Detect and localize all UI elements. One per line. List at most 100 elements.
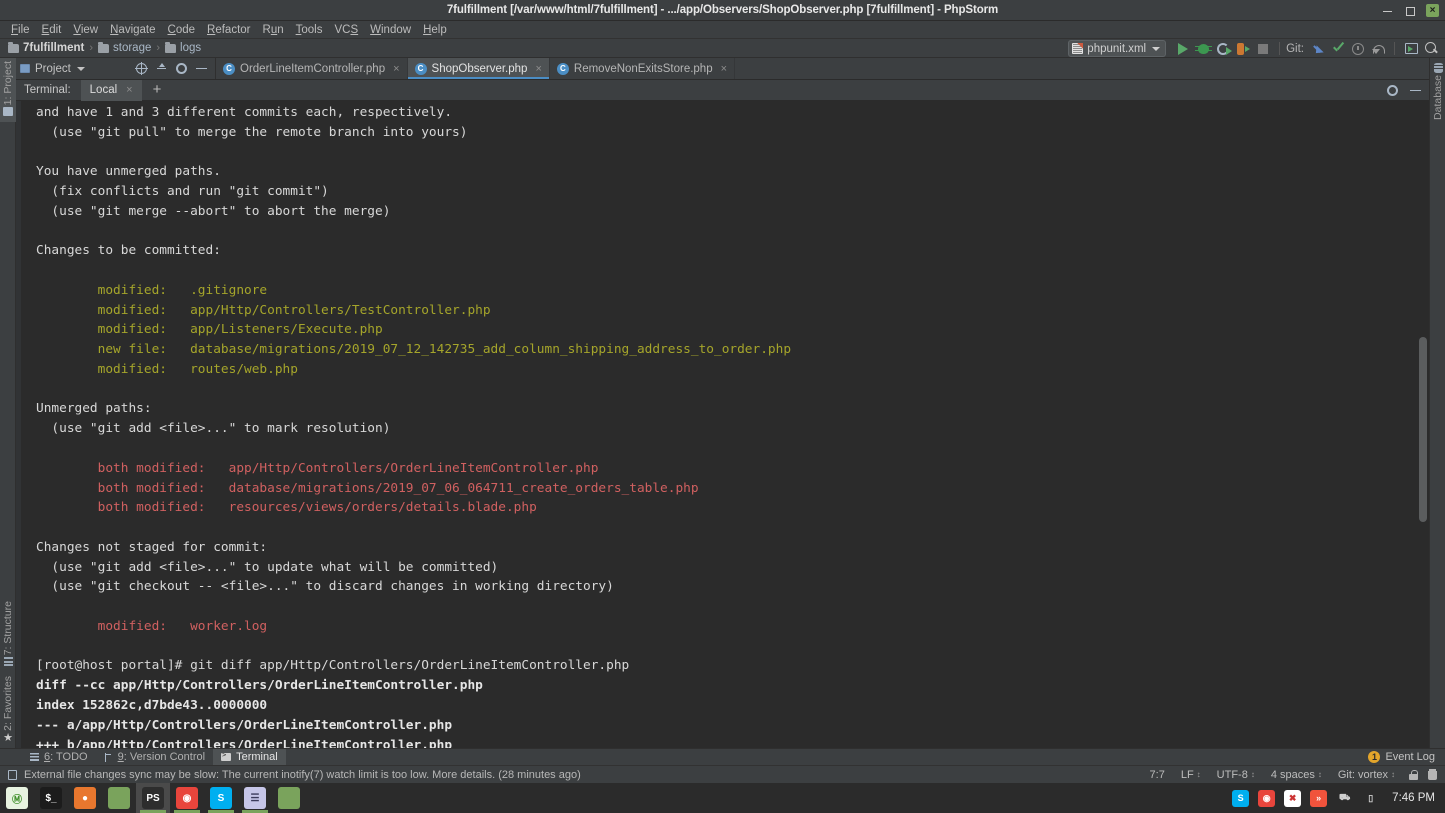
- terminal-session-tab-local[interactable]: Local ×: [81, 80, 142, 101]
- menu-code[interactable]: Code: [162, 23, 202, 37]
- event-log-label: Event Log: [1385, 751, 1435, 763]
- insync-tray-icon[interactable]: »: [1310, 790, 1327, 807]
- new-terminal-session-button[interactable]: +: [142, 83, 173, 97]
- line-separator-selector[interactable]: LF ↕: [1173, 769, 1209, 781]
- taskbar-phpstorm-icon[interactable]: PS: [136, 783, 170, 813]
- menu-run[interactable]: Run: [257, 23, 290, 37]
- project-icon: [3, 107, 13, 116]
- breadcrumb-item-logs[interactable]: logs: [163, 42, 203, 54]
- git-update-project-button[interactable]: [1308, 39, 1328, 58]
- menu-file[interactable]: File: [5, 23, 36, 37]
- shield-tray-icon[interactable]: ✖: [1284, 790, 1301, 807]
- folder-icon: [165, 44, 176, 53]
- debug-button[interactable]: [1193, 39, 1213, 58]
- taskbar-notes-icon[interactable]: [272, 783, 306, 813]
- hide-window-icon[interactable]: [196, 63, 207, 74]
- chevron-down-icon[interactable]: [77, 67, 85, 71]
- taskbar-file-manager-icon[interactable]: [102, 783, 136, 813]
- tool-window-button-versioncontrol[interactable]: 9: Version Control: [96, 749, 213, 766]
- taskbar-terminal-icon[interactable]: $_: [34, 783, 68, 813]
- battery-tray-icon[interactable]: ▯: [1362, 790, 1379, 807]
- gear-icon[interactable]: [1387, 85, 1398, 96]
- git-branch-widget[interactable]: Git: vortex ↕: [1330, 769, 1403, 781]
- scroll-from-source-icon[interactable]: [136, 63, 147, 74]
- left-tool-stripe: 1: Project 7: Structure 2: Favorites ★: [0, 58, 16, 748]
- screen-mirror-icon: [1405, 43, 1418, 54]
- terminal-scrollbar[interactable]: [1417, 101, 1429, 748]
- menu-refactor[interactable]: Refactor: [201, 23, 256, 37]
- taskbar-text-editor-icon[interactable]: ☰: [238, 783, 272, 813]
- git-commit-button[interactable]: [1328, 39, 1348, 58]
- menu-tools[interactable]: Tools: [290, 23, 329, 37]
- run-with-coverage-button[interactable]: [1213, 39, 1233, 58]
- gear-icon[interactable]: [176, 63, 187, 74]
- terminal-line: (use "git pull" to merge the remote bran…: [36, 123, 1429, 143]
- terminal-scrollbar-thumb[interactable]: [1419, 337, 1427, 522]
- caret-position[interactable]: 7:7: [1142, 769, 1173, 781]
- editor-tab-shopobserver-php[interactable]: CShopObserver.php×: [408, 58, 550, 79]
- lock-icon[interactable]: [1409, 770, 1418, 780]
- menu-window[interactable]: Window: [364, 23, 417, 37]
- phpunit-config-icon: [1072, 43, 1083, 54]
- stop-button[interactable]: [1253, 39, 1273, 58]
- git-commit-icon: [1332, 42, 1345, 55]
- git-branch-label: Git: vortex: [1338, 769, 1388, 781]
- sidebar-item-database[interactable]: Database: [1430, 58, 1445, 124]
- right-tool-stripe: Database: [1429, 58, 1445, 748]
- terminal-line: [36, 518, 1429, 538]
- menu-help[interactable]: Help: [417, 23, 453, 37]
- menu-edit[interactable]: Edit: [36, 23, 68, 37]
- stop-icon: [1258, 44, 1268, 54]
- indent-selector[interactable]: 4 spaces ↕: [1263, 769, 1330, 781]
- breadcrumb-item-storage[interactable]: storage: [96, 42, 153, 54]
- taskbar-chrome-icon[interactable]: ◉: [170, 783, 204, 813]
- close-icon[interactable]: ×: [126, 84, 132, 96]
- sidebar-item-project[interactable]: 1: Project: [0, 58, 16, 122]
- tool-window-button-todo[interactable]: 6: TODO: [22, 749, 96, 766]
- taskbar-skype-icon[interactable]: S: [204, 783, 238, 813]
- editor-tabs: COrderLineItemController.php×CShopObserv…: [216, 58, 735, 79]
- git-history-button[interactable]: [1348, 39, 1368, 58]
- close-icon[interactable]: ×: [721, 63, 727, 75]
- search-everywhere-button[interactable]: [1421, 39, 1441, 58]
- terminal-line: modified: worker.log: [36, 617, 1429, 637]
- project-tool-actions: [136, 63, 211, 74]
- sidebar-item-favorites[interactable]: 2: Favorites ★: [0, 673, 16, 750]
- file-manager-icon: [108, 787, 130, 809]
- taskbar-linux-mint-menu-icon[interactable]: Ⓜ: [0, 783, 34, 813]
- maximize-button[interactable]: [1404, 5, 1415, 16]
- menu-navigate[interactable]: Navigate: [104, 23, 161, 37]
- close-button[interactable]: ×: [1426, 4, 1439, 17]
- run-button[interactable]: [1173, 39, 1193, 58]
- collapse-all-icon[interactable]: [156, 63, 167, 74]
- event-log-button[interactable]: 1 Event Log: [1368, 751, 1445, 763]
- skype-tray-icon[interactable]: S: [1232, 790, 1249, 807]
- chrome-tray-icon[interactable]: ◉: [1258, 790, 1275, 807]
- encoding-selector[interactable]: UTF-8 ↕: [1209, 769, 1263, 781]
- tool-window-button-terminal[interactable]: Terminal: [213, 749, 286, 766]
- sidebar-item-database-label: Database: [1432, 75, 1444, 120]
- run-configuration-selector[interactable]: phpunit.xml: [1068, 40, 1166, 57]
- profile-button[interactable]: [1233, 39, 1253, 58]
- hide-window-icon[interactable]: [1410, 85, 1421, 96]
- status-message[interactable]: External file changes sync may be slow: …: [24, 769, 581, 781]
- network-tray-icon[interactable]: ⛟: [1336, 790, 1353, 807]
- editor-tab-label: OrderLineItemController.php: [240, 63, 385, 75]
- git-rollback-button[interactable]: [1368, 39, 1388, 58]
- terminal-output-panel[interactable]: and have 1 and 3 different commits each,…: [16, 101, 1429, 748]
- skype-icon: S: [210, 787, 232, 809]
- terminal-line: [36, 222, 1429, 242]
- taskbar-firefox-icon[interactable]: ●: [68, 783, 102, 813]
- editor-tab-orderlineitemcontroller-php[interactable]: COrderLineItemController.php×: [216, 58, 408, 79]
- menu-view[interactable]: View: [67, 23, 104, 37]
- editor-tab-removenonexitsstore-php[interactable]: CRemoveNonExitsStore.php×: [550, 58, 735, 79]
- menu-vcs[interactable]: VCS: [328, 23, 364, 37]
- screen-mirror-button[interactable]: [1401, 39, 1421, 58]
- trash-icon[interactable]: [1428, 769, 1437, 780]
- close-icon[interactable]: ×: [535, 63, 541, 75]
- breadcrumb-item-7fulfillment[interactable]: 7fulfillment: [6, 42, 86, 54]
- sidebar-item-structure[interactable]: 7: Structure: [0, 598, 16, 672]
- close-icon[interactable]: ×: [393, 63, 399, 75]
- minimize-button[interactable]: [1382, 5, 1393, 16]
- taskbar-clock[interactable]: 7:46 PM: [1392, 792, 1435, 804]
